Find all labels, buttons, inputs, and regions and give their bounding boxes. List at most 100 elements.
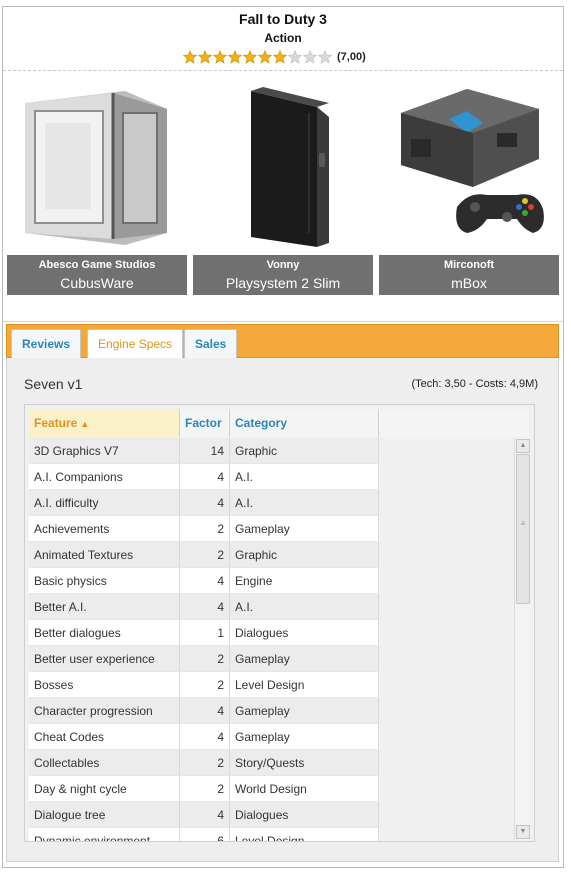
engine-summary: (Tech: 3,50 - Costs: 4,9M) xyxy=(411,378,538,390)
factor-cell: 4 xyxy=(180,568,230,593)
sort-ascending-icon: ▲ xyxy=(80,419,90,429)
grid-scrollbar[interactable]: ▲ ≡ ▼ xyxy=(514,438,530,840)
feature-cell: Bosses xyxy=(29,672,180,697)
feature-cell: Better user experience xyxy=(29,646,180,671)
column-header-category[interactable]: Category xyxy=(230,409,379,437)
table-row[interactable]: 3D Graphics V7 14 Graphic xyxy=(29,438,379,464)
column-header-factor[interactable]: Factor xyxy=(180,409,230,437)
star-filled-icon xyxy=(198,50,212,64)
tab-sales[interactable]: Sales xyxy=(184,329,238,359)
table-row[interactable]: Day & night cycle 2 World Design xyxy=(29,776,379,802)
category-cell: Story/Quests xyxy=(230,750,379,775)
game-title: Fall to Duty 3 xyxy=(239,11,327,27)
scroll-thumb[interactable]: ≡ xyxy=(516,454,530,604)
table-row[interactable]: Better dialogues 1 Dialogues xyxy=(29,620,379,646)
grid-header: Feature ▲ Factor Category xyxy=(29,409,529,437)
features-grid: Feature ▲ Factor Category 3D Graphics V7 1… xyxy=(24,404,535,842)
feature-cell: Better dialogues xyxy=(29,620,180,645)
feature-cell: Achievements xyxy=(29,516,180,541)
category-cell: World Design xyxy=(230,776,379,801)
game-genre: Action xyxy=(264,31,302,45)
column-header-label: Feature xyxy=(34,416,78,430)
platform-card-cubusware[interactable]: Abesco Game Studios CubusWare xyxy=(7,79,187,297)
platform-name: CubusWare xyxy=(60,275,134,291)
tab-engine-specs[interactable]: Engine Specs xyxy=(87,329,184,359)
star-filled-icon xyxy=(273,50,287,64)
rating: (7,00) xyxy=(183,49,366,65)
mbox-console-icon xyxy=(387,83,551,249)
factor-cell: 4 xyxy=(180,464,230,489)
factor-cell: 2 xyxy=(180,542,230,567)
category-cell: Dialogues xyxy=(230,620,379,645)
category-cell: A.I. xyxy=(230,594,379,619)
platform-card-playsystem[interactable]: Vonny Playsystem 2 Slim xyxy=(193,79,373,297)
table-row[interactable]: Better A.I. 4 A.I. xyxy=(29,594,379,620)
game-detail-window: Fall to Duty 3 Action (7,00) Abesco Game… xyxy=(2,6,564,868)
feature-cell: Collectables xyxy=(29,750,180,775)
game-header: Fall to Duty 3 Action (7,00) xyxy=(3,7,563,71)
table-row[interactable]: Character progression 4 Gameplay xyxy=(29,698,379,724)
platform-maker: Mirconoft xyxy=(443,259,495,271)
table-row[interactable]: Cheat Codes 4 Gameplay xyxy=(29,724,379,750)
category-cell: Dialogues xyxy=(230,802,379,827)
star-filled-icon xyxy=(258,50,272,64)
platform-label: Vonny Playsystem 2 Slim xyxy=(193,255,373,295)
tab-bar: Reviews Engine Specs Sales xyxy=(6,324,559,359)
platform-name: Playsystem 2 Slim xyxy=(225,275,341,291)
scroll-down-icon[interactable]: ▼ xyxy=(516,825,530,839)
feature-cell: Animated Textures xyxy=(29,542,180,567)
section-divider xyxy=(3,321,563,322)
category-cell: Gameplay xyxy=(230,646,379,671)
feature-cell: Basic physics xyxy=(29,568,180,593)
factor-cell: 6 xyxy=(180,828,230,841)
platform-name: mBox xyxy=(451,275,487,291)
table-row[interactable]: Achievements 2 Gameplay xyxy=(29,516,379,542)
factor-cell: 2 xyxy=(180,750,230,775)
table-row[interactable]: Dynamic environment 6 Level Design xyxy=(29,828,379,841)
platform-maker: Abesco Game Studios xyxy=(38,259,156,271)
category-cell: A.I. xyxy=(230,490,379,515)
factor-cell: 4 xyxy=(180,724,230,749)
factor-cell: 4 xyxy=(180,698,230,723)
table-row[interactable]: Collectables 2 Story/Quests xyxy=(29,750,379,776)
star-empty-icon xyxy=(303,50,317,64)
feature-cell: Cheat Codes xyxy=(29,724,180,749)
header-divider xyxy=(3,70,563,71)
grid-rows: 3D Graphics V7 14 Graphic A.I. Companions 4 A… xyxy=(29,438,379,841)
category-cell: Engine xyxy=(230,568,379,593)
scroll-up-icon[interactable]: ▲ xyxy=(516,439,530,453)
star-filled-icon xyxy=(243,50,257,64)
table-row[interactable]: Basic physics 4 Engine xyxy=(29,568,379,594)
factor-cell: 1 xyxy=(180,620,230,645)
category-cell: Gameplay xyxy=(230,724,379,749)
factor-cell: 2 xyxy=(180,776,230,801)
star-filled-icon xyxy=(213,50,227,64)
feature-cell: Dynamic environment xyxy=(29,828,180,841)
table-row[interactable]: Animated Textures 2 Graphic xyxy=(29,542,379,568)
category-cell: Gameplay xyxy=(230,516,379,541)
rating-value: (7,00) xyxy=(337,51,366,63)
feature-cell: A.I. difficulty xyxy=(29,490,180,515)
factor-cell: 14 xyxy=(180,438,230,463)
platform-list: Abesco Game Studios CubusWare Vonny Play… xyxy=(7,79,559,297)
feature-cell: Day & night cycle xyxy=(29,776,180,801)
category-cell: Graphic xyxy=(230,542,379,567)
table-row[interactable]: Better user experience 2 Gameplay xyxy=(29,646,379,672)
table-row[interactable]: Bosses 2 Level Design xyxy=(29,672,379,698)
feature-cell: Character progression xyxy=(29,698,180,723)
rating-stars xyxy=(183,50,333,64)
factor-cell: 4 xyxy=(180,802,230,827)
column-header-feature[interactable]: Feature ▲ xyxy=(29,409,180,437)
star-empty-icon xyxy=(318,50,332,64)
tab-reviews[interactable]: Reviews xyxy=(11,329,82,359)
table-row[interactable]: A.I. difficulty 4 A.I. xyxy=(29,490,379,516)
engine-name: Seven v1 xyxy=(24,376,83,392)
platform-card-mbox[interactable]: Mirconoft mBox xyxy=(379,79,559,297)
table-row[interactable]: Dialogue tree 4 Dialogues xyxy=(29,802,379,828)
table-row[interactable]: A.I. Companions 4 A.I. xyxy=(29,464,379,490)
platform-label: Abesco Game Studios CubusWare xyxy=(7,255,187,295)
factor-cell: 2 xyxy=(180,646,230,671)
platform-label: Mirconoft mBox xyxy=(379,255,559,295)
header-filler xyxy=(379,409,529,437)
feature-cell: 3D Graphics V7 xyxy=(29,438,180,463)
